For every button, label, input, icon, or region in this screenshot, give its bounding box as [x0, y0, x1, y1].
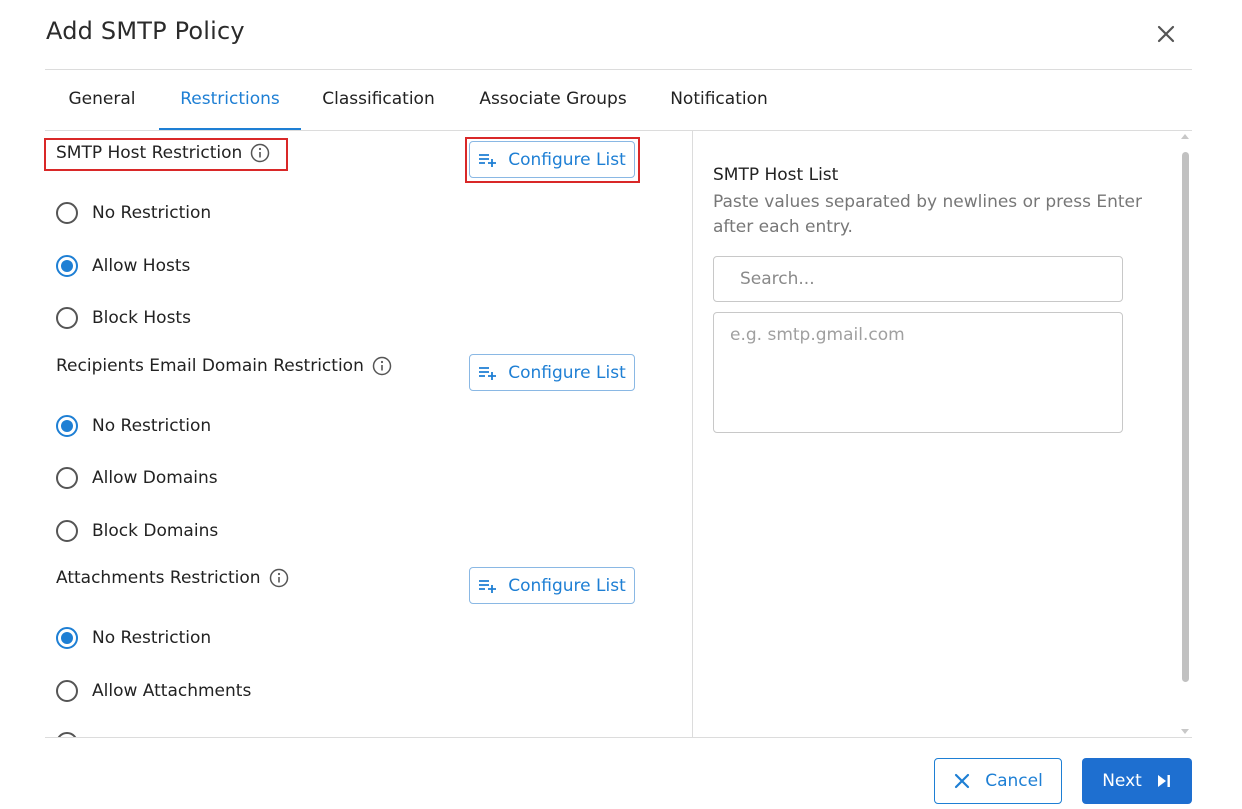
radio-allow-attachments[interactable]: Allow Attachments	[56, 680, 251, 702]
footer-divider	[45, 737, 1192, 738]
panel-divider	[692, 131, 693, 737]
radio-label: Block Domains	[92, 521, 219, 541]
configure-list-button-attachments[interactable]: Configure List	[469, 567, 635, 604]
cancel-label: Cancel	[985, 771, 1043, 791]
skip-next-icon	[1157, 775, 1170, 787]
configure-list-label: Configure List	[508, 362, 626, 383]
section-label-text: SMTP Host Restriction	[56, 143, 243, 163]
radio-button[interactable]	[56, 202, 78, 224]
radio-button[interactable]	[56, 680, 78, 702]
tab-restrictions[interactable]: Restrictions	[159, 70, 301, 130]
tab-associate-groups[interactable]: Associate Groups	[468, 70, 638, 130]
close-icon	[1157, 25, 1175, 43]
section-label-text: Recipients Email Domain Restriction	[56, 356, 364, 376]
radio-label: Allow Hosts	[92, 256, 191, 276]
scrollbar-thumb[interactable]	[1182, 152, 1189, 682]
close-icon	[955, 773, 970, 789]
info-icon[interactable]	[250, 143, 270, 163]
radio-button[interactable]	[56, 627, 78, 649]
radio-label: No Restriction	[92, 416, 212, 436]
dialog-title: Add SMTP Policy	[46, 17, 245, 45]
scroll-up-arrow-icon[interactable]	[1181, 134, 1189, 139]
smtp-host-restriction-label: SMTP Host Restriction	[56, 143, 270, 163]
cancel-button[interactable]: Cancel	[934, 758, 1062, 804]
next-label: Next	[1102, 771, 1142, 791]
radio-button[interactable]	[56, 520, 78, 542]
radio-button[interactable]	[56, 415, 78, 437]
close-button[interactable]	[1150, 18, 1182, 50]
radio-allow-domains[interactable]: Allow Domains	[56, 467, 218, 489]
radio-label: Block Hosts	[92, 308, 191, 328]
smtp-host-list-title: SMTP Host List	[713, 165, 839, 185]
playlist-add-icon	[479, 579, 497, 593]
info-icon[interactable]	[372, 356, 392, 376]
scroll-down-arrow-icon[interactable]	[1181, 729, 1189, 734]
tab-classification[interactable]: Classification	[311, 70, 446, 130]
info-icon[interactable]	[269, 568, 289, 588]
host-list-textarea[interactable]	[713, 312, 1123, 433]
radio-block-hosts[interactable]: Block Hosts	[56, 307, 191, 329]
radio-label: Allow Domains	[92, 468, 218, 488]
recipients-domain-restriction-label: Recipients Email Domain Restriction	[56, 356, 392, 376]
radio-allow-hosts[interactable]: Allow Hosts	[56, 255, 190, 277]
search-input[interactable]	[713, 256, 1123, 302]
radio-button[interactable]	[56, 255, 78, 277]
tab-notification[interactable]: Notification	[660, 70, 778, 130]
radio-button[interactable]	[56, 307, 78, 329]
configure-list-label: Configure List	[508, 575, 626, 596]
configure-list-button-smtp-host[interactable]: Configure List	[469, 141, 635, 178]
tab-general[interactable]: General	[53, 70, 151, 130]
radio-no-restriction-attachments[interactable]: No Restriction	[56, 627, 211, 649]
tabs-divider	[45, 130, 1192, 131]
attachments-restriction-label: Attachments Restriction	[56, 568, 289, 588]
playlist-add-icon	[479, 366, 497, 380]
radio-label: No Restriction	[92, 203, 212, 223]
configure-list-label: Configure List	[508, 149, 626, 170]
radio-label: Allow Attachments	[92, 681, 252, 701]
radio-no-restriction-domains[interactable]: No Restriction	[56, 415, 211, 437]
section-label-text: Attachments Restriction	[56, 568, 261, 588]
radio-no-restriction-hosts[interactable]: No Restriction	[56, 202, 211, 224]
next-button[interactable]: Next	[1082, 758, 1192, 804]
playlist-add-icon	[479, 153, 497, 167]
radio-label: No Restriction	[92, 628, 212, 648]
radio-button[interactable]	[56, 467, 78, 489]
radio-block-domains[interactable]: Block Domains	[56, 520, 218, 542]
smtp-host-list-help: Paste values separated by newlines or pr…	[713, 192, 1142, 237]
configure-list-button-recipients[interactable]: Configure List	[469, 354, 635, 391]
